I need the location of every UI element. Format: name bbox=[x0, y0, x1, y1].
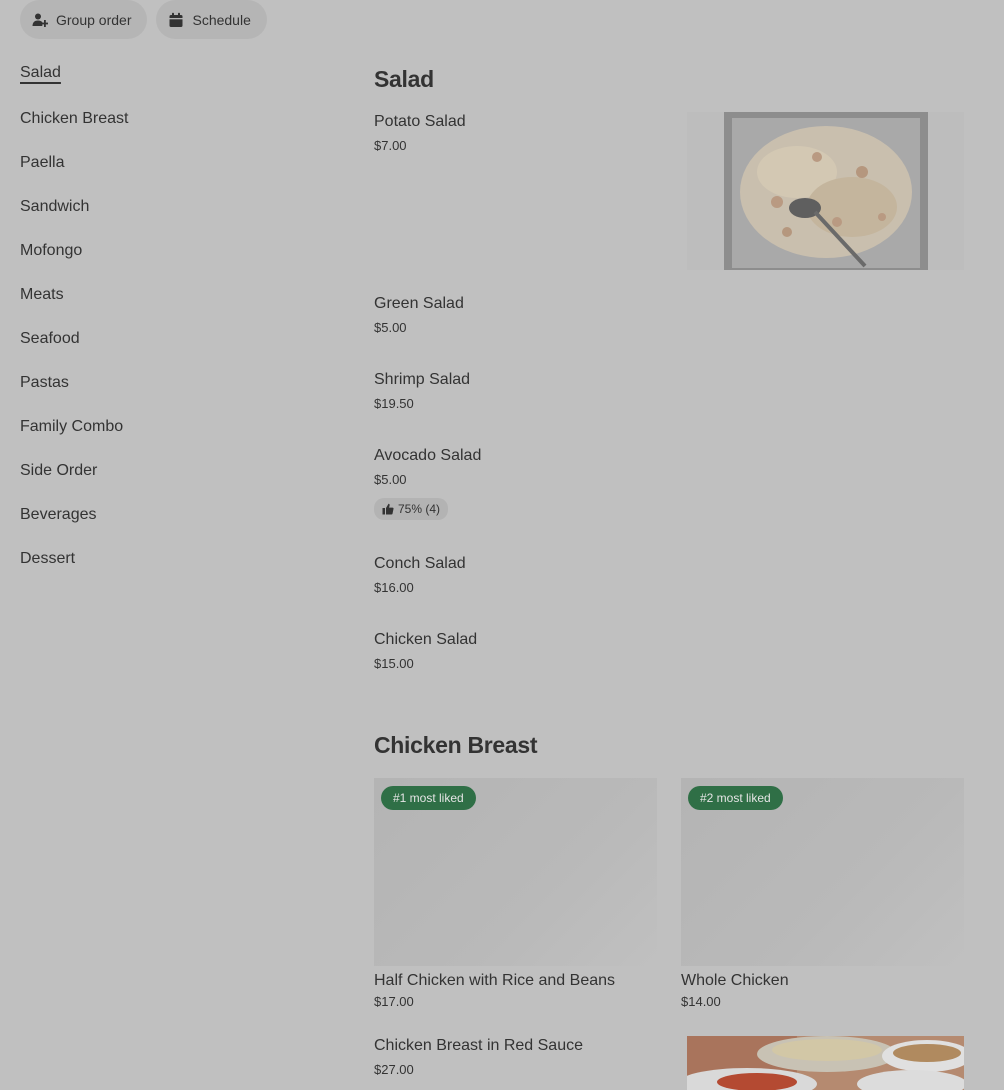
most-liked-badge: #2 most liked bbox=[688, 786, 783, 810]
menu-item-chicken-breast-red-sauce[interactable]: Chicken Breast in Red Sauce $27.00 bbox=[374, 1036, 674, 1079]
item-price: $19.50 bbox=[374, 396, 414, 411]
card-price: $14.00 bbox=[681, 994, 721, 1009]
item-name: Conch Salad bbox=[374, 555, 466, 572]
top-toolbar: Group order Schedule bbox=[20, 0, 267, 39]
sidebar-item-sandwich[interactable]: Sandwich bbox=[20, 196, 320, 240]
item-price: $5.00 bbox=[374, 320, 407, 335]
sidebar-item-beverages[interactable]: Beverages bbox=[20, 504, 320, 548]
schedule-label: Schedule bbox=[192, 11, 251, 28]
card-name: Half Chicken with Rice and Beans bbox=[374, 972, 616, 989]
item-price: $27.00 bbox=[374, 1062, 414, 1077]
item-name: Shrimp Salad bbox=[374, 371, 471, 388]
sidebar-item-paella[interactable]: Paella bbox=[20, 152, 320, 196]
menu-item-potato-salad[interactable]: Potato Salad $7.00 bbox=[374, 112, 674, 155]
item-name: Chicken Breast in Red Sauce bbox=[374, 1037, 583, 1054]
card-image: #2 most liked bbox=[681, 778, 964, 966]
menu-item-chicken-salad[interactable]: Chicken Salad $15.00 bbox=[374, 630, 674, 673]
sidebar-item-seafood[interactable]: Seafood bbox=[20, 328, 320, 372]
sidebar-item-mofongo[interactable]: Mofongo bbox=[20, 240, 320, 284]
sidebar-item-label: Paella bbox=[20, 154, 65, 171]
sidebar-item-meats[interactable]: Meats bbox=[20, 284, 320, 328]
category-sidebar: Salad Chicken Breast Paella Sandwich Mof… bbox=[20, 62, 320, 592]
item-name: Avocado Salad bbox=[374, 447, 482, 464]
sidebar-item-label: Sandwich bbox=[20, 198, 90, 215]
sidebar-item-chicken-breast[interactable]: Chicken Breast bbox=[20, 108, 320, 152]
sidebar-item-label: Meats bbox=[20, 286, 64, 303]
red-sauce-image bbox=[687, 1036, 964, 1090]
item-name: Potato Salad bbox=[374, 113, 466, 130]
section-title-salad: Salad bbox=[374, 66, 434, 92]
sidebar-item-label: Seafood bbox=[20, 330, 80, 347]
group-order-label: Group order bbox=[56, 11, 132, 28]
menu-item-green-salad[interactable]: Green Salad $5.00 bbox=[374, 294, 674, 337]
sidebar-item-label: Side Order bbox=[20, 462, 98, 479]
featured-card-whole-chicken[interactable]: #2 most liked Whole Chicken $14.00 bbox=[681, 778, 964, 1011]
sidebar-item-side-order[interactable]: Side Order bbox=[20, 460, 320, 504]
section-title-chicken-breast: Chicken Breast bbox=[374, 732, 538, 758]
item-name: Chicken Salad bbox=[374, 631, 478, 648]
sidebar-item-label: Chicken Breast bbox=[20, 110, 129, 127]
thumbs-up-icon bbox=[382, 503, 394, 515]
sidebar-item-label: Pastas bbox=[20, 374, 69, 391]
item-name: Green Salad bbox=[374, 295, 464, 312]
most-liked-badge: #1 most liked bbox=[381, 786, 476, 810]
rating-text: 75% (4) bbox=[398, 502, 441, 516]
add-person-icon bbox=[32, 13, 48, 27]
red-sauce-photo[interactable] bbox=[687, 1036, 964, 1090]
item-price: $15.00 bbox=[374, 656, 414, 671]
item-price: $16.00 bbox=[374, 580, 414, 595]
sidebar-item-label: Beverages bbox=[20, 506, 97, 523]
menu-item-conch-salad[interactable]: Conch Salad $16.00 bbox=[374, 554, 674, 597]
schedule-button[interactable]: Schedule bbox=[156, 0, 267, 39]
card-price: $17.00 bbox=[374, 994, 414, 1009]
group-order-button[interactable]: Group order bbox=[20, 0, 148, 39]
card-name: Whole Chicken bbox=[681, 972, 789, 989]
potato-salad-photo[interactable] bbox=[687, 112, 964, 270]
sidebar-item-dessert[interactable]: Dessert bbox=[20, 548, 320, 592]
sidebar-item-salad[interactable]: Salad bbox=[20, 62, 320, 108]
sidebar-item-pastas[interactable]: Pastas bbox=[20, 372, 320, 416]
sidebar-item-family-combo[interactable]: Family Combo bbox=[20, 416, 320, 460]
rating-badge: 75% (4) bbox=[374, 498, 449, 520]
sidebar-item-label: Dessert bbox=[20, 550, 76, 567]
item-price: $7.00 bbox=[374, 138, 407, 153]
potato-salad-image bbox=[687, 112, 964, 270]
item-price: $5.00 bbox=[374, 472, 407, 487]
featured-card-half-chicken[interactable]: #1 most liked Half Chicken with Rice and… bbox=[374, 778, 657, 1011]
card-image: #1 most liked bbox=[374, 778, 657, 966]
sidebar-item-label: Salad bbox=[20, 64, 61, 81]
menu-item-shrimp-salad[interactable]: Shrimp Salad $19.50 bbox=[374, 370, 674, 413]
sidebar-item-label: Mofongo bbox=[20, 242, 83, 259]
calendar-icon bbox=[169, 12, 183, 27]
sidebar-item-label: Family Combo bbox=[20, 418, 124, 435]
menu-item-avocado-salad[interactable]: Avocado Salad $5.00 75% (4) bbox=[374, 446, 674, 520]
